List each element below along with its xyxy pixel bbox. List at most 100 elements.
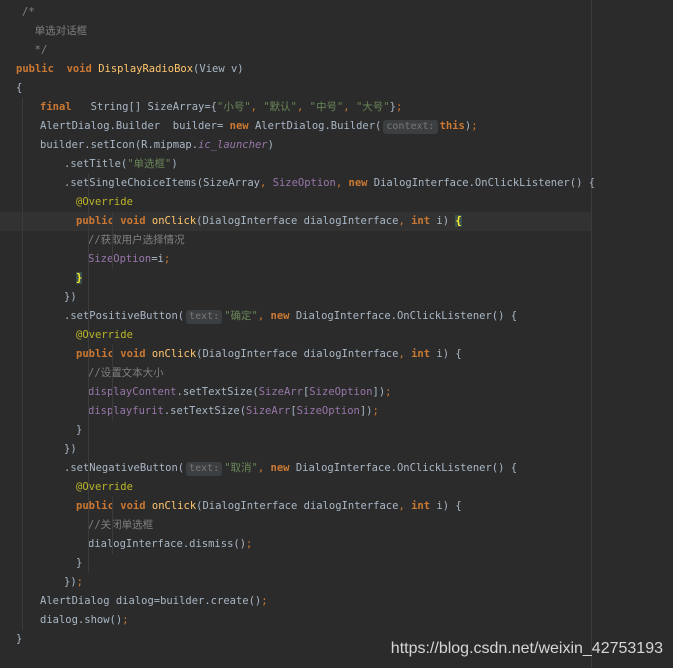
code-token: ]) [372, 386, 386, 398]
code-token: (View v) [193, 63, 244, 75]
code-token: "小号" [217, 101, 251, 113]
code-token: int [411, 215, 431, 227]
code-token: .setPositiveButton( [64, 310, 185, 322]
code-token: "单选框" [127, 158, 172, 170]
code-token: (DialogInterface dialogInterface [196, 215, 399, 227]
code-line[interactable]: AlertDialog dialog=builder.create(); [0, 592, 591, 611]
code-token: final [40, 101, 72, 113]
code-token: AlertDialog.Builder( [248, 120, 382, 132]
code-token: , [398, 348, 412, 360]
code-token: ; [395, 101, 403, 113]
code-token: , [398, 215, 412, 227]
code-token: }) [64, 291, 77, 303]
code-line[interactable]: { [0, 79, 591, 98]
parameter-hint: text: [186, 310, 223, 324]
code-token: int [411, 348, 431, 360]
code-line[interactable]: AlertDialog.Builder builder= new AlertDi… [0, 117, 591, 136]
code-token: @Override [76, 196, 133, 208]
code-token: @Override [76, 481, 133, 493]
code-line[interactable]: */ [0, 41, 591, 60]
code-token: } [76, 424, 83, 436]
code-token: SizeArr [258, 386, 303, 398]
code-token: .setSingleChoiceItems(SizeArray [64, 177, 260, 189]
code-token: displayfurit [88, 405, 164, 417]
code-token: void [120, 500, 146, 512]
code-token: builder.setIcon(R.mipmap. [40, 139, 199, 151]
code-token: ; [246, 538, 253, 550]
indent-guide [112, 212, 113, 269]
code-token: DisplayRadioBox [98, 63, 194, 75]
code-token: 单选对话框 [22, 25, 88, 37]
code-editor[interactable]: /* 单选对话框 */ public void DisplayRadioBox(V… [0, 0, 673, 668]
code-token: //关闭单选框 [88, 519, 154, 531]
code-token: DialogInterface.OnClickListener() { [289, 462, 518, 474]
code-token: ; [261, 595, 268, 607]
code-line[interactable]: 单选对话框 [0, 22, 591, 41]
code-token: dialog.show() [40, 614, 123, 626]
watermark-text: https://blog.csdn.net/weixin_42753193 [390, 640, 663, 657]
code-token: , [257, 310, 271, 322]
indent-guide [22, 98, 23, 630]
code-token: void [66, 63, 92, 75]
code-token: "取消" [224, 462, 258, 474]
code-line[interactable]: public void DisplayRadioBox(View v) [0, 60, 591, 79]
code-token: DialogInterface.OnClickListener() { [367, 177, 596, 189]
code-token: =i [151, 253, 164, 265]
parameter-hint: context: [383, 120, 438, 134]
code-token: SizeOption [88, 253, 152, 265]
code-line[interactable]: final String[] SizeArray={"小号", "默认", "中… [0, 98, 591, 117]
code-token: .setTextSize( [163, 405, 247, 417]
code-token: , [259, 177, 273, 189]
code-token: } [16, 633, 23, 645]
code-token: public [76, 348, 114, 360]
code-token: onClick [151, 215, 197, 227]
code-token: i) [430, 215, 456, 227]
code-token: this [439, 120, 465, 132]
code-token: new [270, 310, 290, 322]
code-token: void [120, 348, 146, 360]
code-token: ; [471, 120, 478, 132]
code-token: "默认" [263, 101, 297, 113]
code-token: ]) [359, 405, 373, 417]
code-line[interactable]: /* [0, 3, 591, 22]
indent-guide [112, 345, 113, 421]
code-token: "中号" [309, 101, 344, 113]
right-margin-guide [591, 0, 592, 668]
code-token: ; [163, 253, 171, 265]
code-token: public [76, 500, 114, 512]
code-line[interactable]: }); [0, 573, 591, 592]
code-line[interactable]: builder.setIcon(R.mipmap.ic_launcher) [0, 136, 591, 155]
code-token: //设置文本大小 [88, 367, 164, 379]
code-token: int [411, 500, 431, 512]
code-token: , [296, 101, 310, 113]
code-token: i) { [430, 500, 462, 512]
code-token: //获取用户选择情况 [88, 234, 185, 246]
code-token: (DialogInterface dialogInterface [196, 348, 399, 360]
indent-guide [112, 497, 113, 554]
code-token: SizeOption [309, 386, 373, 398]
parameter-hint: text: [186, 462, 223, 476]
code-token: ; [372, 405, 379, 417]
code-token: { [455, 215, 462, 227]
code-token: } [76, 557, 83, 569]
code-token: onClick [151, 348, 197, 360]
code-token: ; [122, 614, 129, 626]
code-token: SizeArr [246, 405, 291, 417]
code-token: new [348, 177, 368, 189]
code-token: , [257, 462, 271, 474]
code-token: void [120, 215, 146, 227]
code-token: AlertDialog dialog=builder.create() [40, 595, 262, 607]
code-token: ic_launcher [198, 139, 268, 151]
code-token: (DialogInterface dialogInterface [196, 500, 399, 512]
code-token: , [398, 500, 412, 512]
code-token: , [343, 101, 356, 113]
code-line[interactable]: .setTitle("单选框") [0, 155, 591, 174]
code-token: ) [171, 158, 178, 170]
code-token: public [16, 63, 54, 75]
code-token: i) { [430, 348, 462, 360]
indent-guide [88, 174, 89, 573]
code-token: @Override [76, 329, 133, 341]
code-line[interactable]: dialog.show(); [0, 611, 591, 630]
code-token: ; [76, 576, 83, 588]
